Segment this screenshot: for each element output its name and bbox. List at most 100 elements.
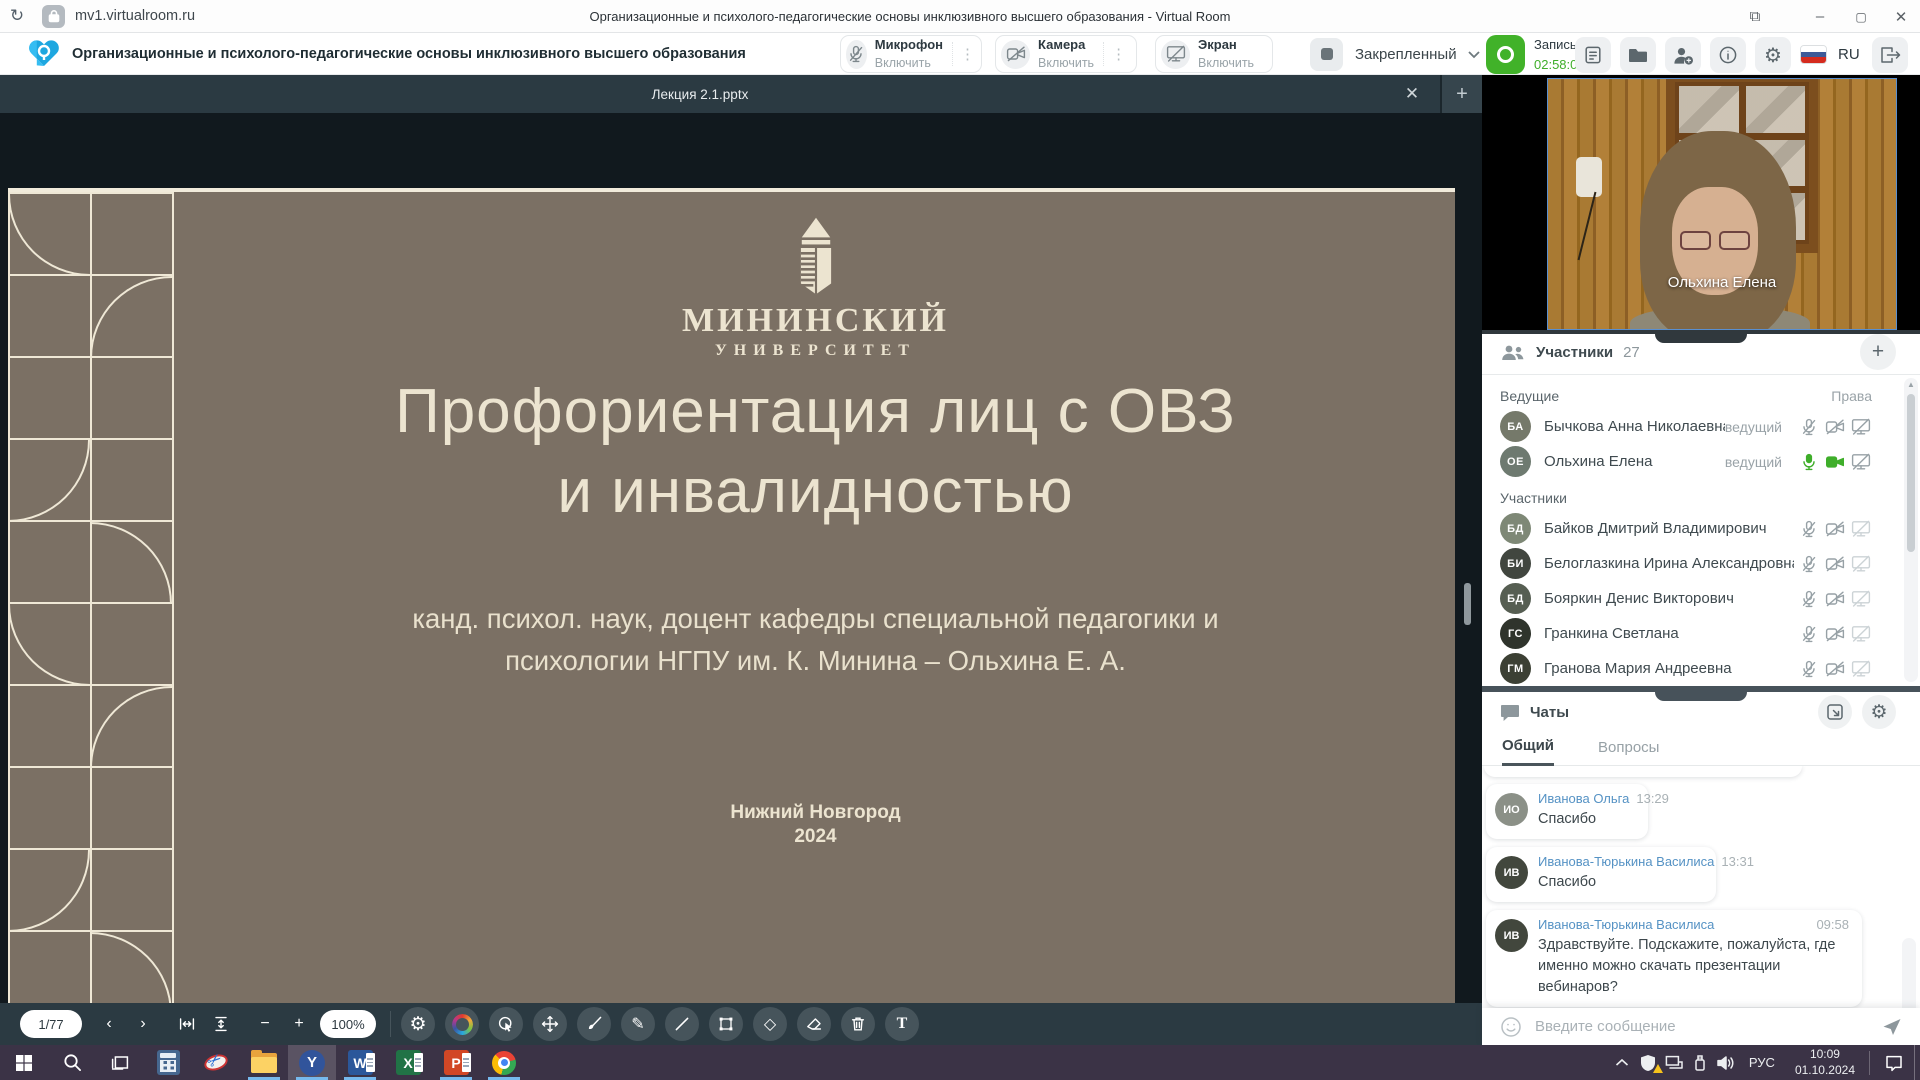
mic-on-icon[interactable] [1798,453,1820,471]
tab-general[interactable]: Общий [1502,737,1554,766]
scroll-up-icon[interactable]: ▲ [1904,378,1918,392]
task-view-button[interactable] [96,1045,144,1080]
screen-muted-icon[interactable] [1850,625,1872,643]
russian-flag-icon[interactable] [1800,45,1827,64]
mic-muted-icon[interactable] [1798,590,1820,608]
tray-expand-icon[interactable] [1609,1058,1635,1067]
chat-messages[interactable]: ИО Иванова Ольга 13:29 Спасибо ИВ Иванов… [1482,766,1920,1008]
calculator-app-icon[interactable] [144,1045,192,1080]
screen-muted-icon[interactable] [1850,418,1872,436]
eraser-tool-button[interactable] [797,1007,831,1041]
chat-scrollbar[interactable]: ▼ [1902,938,1916,1008]
camera-muted-icon[interactable] [1824,661,1846,677]
zoom-level[interactable]: 100% [320,1010,376,1038]
pencil-tool-button[interactable]: ✎ [621,1007,655,1041]
camera-menu-icon[interactable]: ⋮ [1103,42,1126,66]
message-input[interactable] [1535,1018,1882,1035]
yandex-browser-app-icon[interactable]: Y [288,1045,336,1080]
clock[interactable]: 10:09 01.10.2024 [1785,1047,1865,1078]
add-participant-button[interactable]: + [1860,334,1896,370]
camera-muted-icon[interactable] [1824,521,1846,537]
emoji-icon[interactable] [1500,1016,1522,1038]
minimize-button[interactable]: – [1800,0,1840,33]
zoom-in-button[interactable]: + [282,1007,316,1041]
chrome-app-icon[interactable] [480,1045,528,1080]
mic-muted-icon[interactable] [1798,520,1820,538]
participant-row[interactable]: БИ Белоглазкина Ирина Александровна [1500,546,1872,581]
mic-menu-icon[interactable]: ⋮ [952,42,975,66]
volume-icon[interactable] [1713,1055,1739,1071]
tab-questions[interactable]: Вопросы [1598,739,1659,765]
camera-muted-icon[interactable] [1824,591,1846,607]
brush-tool-button[interactable] [577,1007,611,1041]
network-icon[interactable] [1661,1055,1687,1071]
notes-button[interactable] [1575,37,1611,73]
address-url[interactable]: mv1.virtualroom.ru [75,8,195,24]
fit-page-icon[interactable] [204,1007,238,1041]
add-tab-button[interactable]: + [1440,75,1482,113]
page-indicator[interactable]: 1/77 [20,1010,82,1038]
files-button[interactable] [1620,37,1656,73]
screen-muted-icon[interactable] [1850,555,1872,573]
leave-room-button[interactable] [1872,37,1908,73]
color-picker-button[interactable] [445,1007,479,1041]
webcam-tile[interactable]: Ольхина Елена [1482,75,1920,330]
close-window-button[interactable]: ✕ [1881,0,1920,33]
excel-app-icon[interactable]: X [384,1045,432,1080]
record-button[interactable] [1486,35,1525,74]
reload-icon[interactable]: ↻ [0,6,34,26]
next-slide-button[interactable]: › [126,1007,160,1041]
clear-all-button[interactable] [841,1007,875,1041]
laser-pointer-button[interactable] [489,1007,523,1041]
text-tool-button[interactable]: T [885,1007,919,1041]
participant-row[interactable]: БД Бояркин Денис Викторович [1500,581,1872,616]
maximize-button[interactable]: ▢ [1841,0,1881,33]
chat-settings-button[interactable]: ⚙ [1862,695,1896,729]
screen-muted-icon[interactable] [1850,520,1872,538]
security-shield-icon[interactable] [1635,1054,1661,1072]
search-button[interactable] [48,1045,96,1080]
snipping-tool-app-icon[interactable]: ✂ [192,1045,240,1080]
screen-muted-icon[interactable] [1850,453,1872,471]
info-button[interactable] [1710,37,1746,73]
camera-on-icon[interactable] [1824,454,1846,470]
message-author[interactable]: Иванова-Тюрькина Василиса [1538,854,1714,869]
move-tool-button[interactable] [533,1007,567,1041]
mic-muted-icon[interactable] [1798,555,1820,573]
camera-muted-icon[interactable] [1824,556,1846,572]
participant-row[interactable]: ГМ Гранова Мария Андреевна [1500,651,1872,686]
panel-drag-handle[interactable] [1482,686,1920,692]
lock-icon[interactable] [42,5,65,28]
chat-popout-button[interactable] [1818,695,1852,729]
message-author[interactable]: Иванова Ольга [1538,791,1629,806]
start-button[interactable] [0,1045,48,1080]
powerpoint-app-icon[interactable]: P [432,1045,480,1080]
file-explorer-app-icon[interactable] [240,1045,288,1080]
mic-muted-icon[interactable] [1798,660,1820,678]
mic-muted-icon[interactable] [1798,418,1820,436]
show-desktop-button[interactable] [1914,1045,1920,1080]
close-presentation-icon[interactable]: ✕ [1394,75,1430,113]
scrollbar-thumb[interactable] [1907,394,1915,552]
screen-muted-icon[interactable] [1850,590,1872,608]
usb-device-icon[interactable] [1687,1054,1713,1072]
message-author[interactable]: Иванова-Тюрькина Василиса [1538,917,1714,932]
prev-slide-button[interactable]: ‹ [92,1007,126,1041]
settings-button[interactable]: ⚙ [1755,37,1791,73]
word-app-icon[interactable]: W [336,1045,384,1080]
camera-button[interactable]: Камера Включить ⋮ [995,35,1137,73]
participant-row[interactable]: ОЕ Ольхина Елена ведущий [1500,444,1872,479]
participant-row[interactable]: БД Байков Дмитрий Владимирович [1500,511,1872,546]
select-frame-button[interactable] [709,1007,743,1041]
action-center-icon[interactable] [1874,1054,1914,1072]
send-icon[interactable] [1882,1018,1902,1036]
shape-tool-button[interactable]: ◇ [753,1007,787,1041]
participant-row[interactable]: БА Бычкова Анна Николаевна ведущий [1500,409,1872,444]
annotation-settings-button[interactable]: ⚙ [401,1007,435,1041]
camera-muted-icon[interactable] [1824,419,1846,435]
camera-muted-icon[interactable] [1824,626,1846,642]
language-switch[interactable]: RU [1838,33,1860,75]
keyboard-language[interactable]: РУС [1739,1055,1785,1070]
fit-width-icon[interactable] [170,1007,204,1041]
panel-drag-handle[interactable] [1482,330,1920,334]
